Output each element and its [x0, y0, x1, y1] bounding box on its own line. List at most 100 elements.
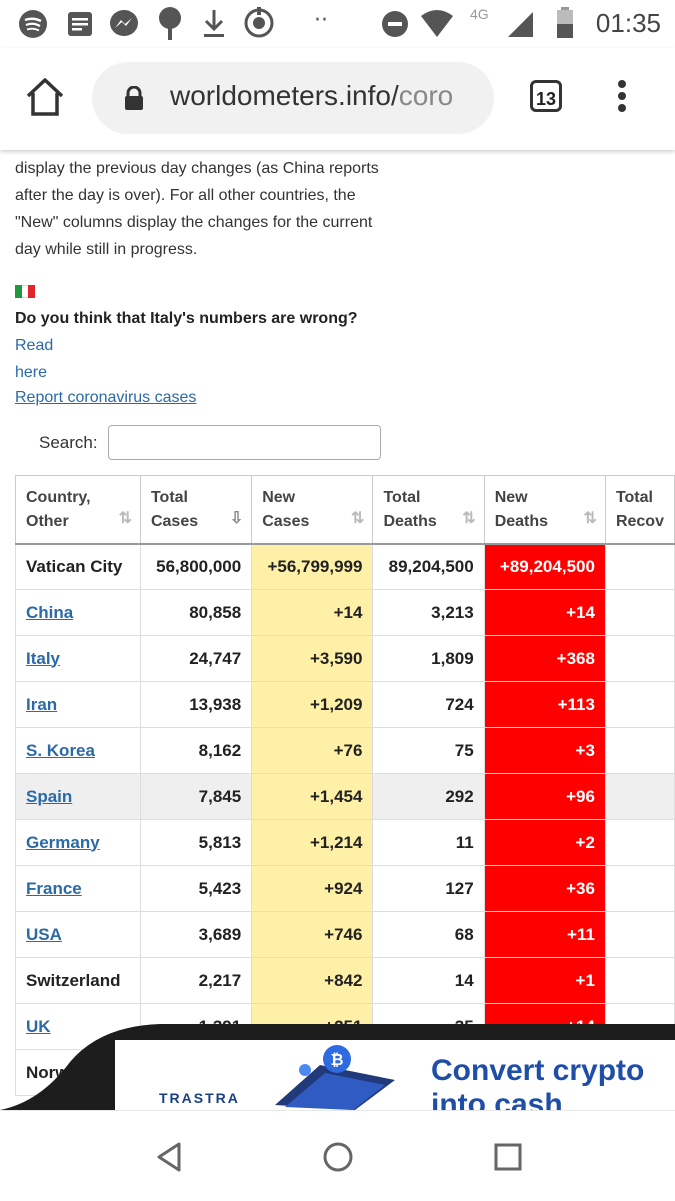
sort-icon: ⇅: [351, 509, 365, 527]
recents-icon[interactable]: [494, 1143, 522, 1171]
total-deaths-cell: 89,204,500: [372, 542, 485, 590]
total-deaths-cell: 3,213: [372, 589, 485, 636]
intro-line: display the previous day changes (as Chi…: [15, 160, 379, 177]
new-deaths-cell: +96: [483, 773, 606, 820]
overflow-menu-icon[interactable]: [612, 76, 632, 116]
country-cell: USA: [15, 911, 141, 958]
question-text: Do you think that Italy's numbers are wr…: [15, 310, 358, 327]
table-row: Italy 24,747 +3,590 1,809 +368: [15, 635, 675, 682]
country-link[interactable]: USA: [26, 925, 62, 944]
country-cell: Vatican City: [15, 542, 141, 590]
new-cases-cell: +1,214: [251, 819, 374, 866]
battery-icon: [557, 7, 573, 38]
url-domain: worldometers.info/: [170, 80, 399, 111]
column-header-total-deaths[interactable]: Total Deaths ⇅: [372, 475, 485, 544]
total-deaths-cell: 75: [372, 727, 485, 774]
read-here-link[interactable]: Read here: [15, 337, 53, 381]
country-cell: Spain: [15, 773, 141, 820]
search-input[interactable]: [108, 425, 381, 460]
sort-desc-icon: ⇩: [229, 509, 244, 527]
total-cases-cell: 3,689: [139, 911, 253, 958]
signal-icon: [508, 12, 533, 37]
country-cell: Iran: [15, 681, 141, 728]
total-cases-cell: 2,217: [139, 957, 253, 1004]
total-deaths-cell: 14: [372, 957, 485, 1004]
new-cases-cell: +14: [251, 589, 374, 636]
total-cases-cell: 56,800,000: [139, 542, 253, 590]
home-icon[interactable]: [22, 74, 68, 120]
new-deaths-cell: +89,204,500: [483, 542, 606, 590]
country-link[interactable]: China: [26, 603, 73, 622]
spotify-icon: [19, 10, 47, 38]
table-row: Germany 5,813 +1,214 11 +2: [15, 819, 675, 866]
cases-table: Country, Other ⇅ Total Cases ⇩ New Cases ⇅ Tot…: [15, 475, 675, 1096]
total-recovered-cell: [604, 635, 675, 682]
new-deaths-cell: +11: [483, 911, 606, 958]
home-nav-icon[interactable]: [322, 1141, 354, 1173]
dnd-icon: [382, 11, 408, 37]
country-cell: Switzerland: [15, 957, 141, 1004]
svg-text:₿: ₿: [330, 1050, 343, 1069]
sync-icon: [244, 7, 274, 38]
back-icon[interactable]: [155, 1141, 183, 1173]
new-deaths-cell: +368: [483, 635, 606, 682]
new-cases-cell: +56,799,999: [251, 542, 374, 590]
download-icon: [204, 10, 224, 37]
url-text: worldometers.info/coro: [170, 80, 453, 112]
total-recovered-cell: [604, 957, 675, 1004]
table-row: France 5,423 +924 127 +36: [15, 865, 675, 912]
italy-question: Do you think that Italy's numbers are wr…: [15, 305, 400, 386]
new-deaths-cell: +36: [483, 865, 606, 912]
tree-icon: [159, 7, 181, 40]
messenger-icon: [110, 10, 138, 36]
table-row: Iran 13,938 +1,209 724 +113: [15, 681, 675, 728]
column-header-new-cases[interactable]: New Cases ⇅: [251, 475, 374, 544]
country-link[interactable]: France: [26, 879, 82, 898]
ad-brand-logo: TRASTRA: [159, 1090, 240, 1106]
search-label: Search:: [39, 433, 98, 452]
new-deaths-cell: +2: [483, 819, 606, 866]
column-header-country[interactable]: Country, Other ⇅: [15, 475, 141, 544]
total-recovered-cell: [604, 773, 675, 820]
total-cases-cell: 13,938: [139, 681, 253, 728]
new-cases-cell: +1,209: [251, 681, 374, 728]
country-cell: Italy: [15, 635, 141, 682]
country-link[interactable]: Germany: [26, 833, 100, 852]
ad-headline: Convert crypto into cash: [431, 1054, 645, 1110]
table-row: USA 3,689 +746 68 +11: [15, 911, 675, 958]
total-cases-cell: 24,747: [139, 635, 253, 682]
column-header-total-recovered[interactable]: Total Recov: [604, 475, 675, 544]
column-header-total-cases[interactable]: Total Cases ⇩: [139, 475, 253, 544]
url-path: coro: [398, 80, 454, 111]
new-deaths-cell: +14: [483, 589, 606, 636]
intro-line: after the day is over). For all other co…: [15, 187, 356, 204]
lock-icon: [125, 86, 143, 110]
android-nav-bar: [0, 1110, 675, 1201]
total-recovered-cell: [604, 681, 675, 728]
country-link[interactable]: Italy: [26, 649, 60, 668]
total-deaths-cell: 127: [372, 865, 485, 912]
country-link[interactable]: Spain: [26, 787, 72, 806]
network-type: 4G: [470, 6, 489, 22]
total-cases-cell: 80,858: [139, 589, 253, 636]
table-row: Switzerland 2,217 +842 14 +1: [15, 957, 675, 1004]
ad-banner[interactable]: ₿ TRASTRA Convert crypto into cash: [115, 1040, 675, 1110]
report-cases-link[interactable]: Report coronavirus cases: [15, 389, 196, 407]
intro-text: display the previous day changes (as Chi…: [15, 155, 400, 263]
new-cases-cell: +842: [251, 957, 374, 1004]
messages-icon: [68, 12, 92, 36]
tab-switcher-button[interactable]: 13: [530, 80, 562, 112]
total-cases-cell: 7,845: [139, 773, 253, 820]
total-deaths-cell: 68: [372, 911, 485, 958]
total-deaths-cell: 724: [372, 681, 485, 728]
address-bar[interactable]: worldometers.info/coro: [92, 62, 494, 134]
country-cell: France: [15, 865, 141, 912]
new-cases-cell: +76: [251, 727, 374, 774]
country-link[interactable]: Iran: [26, 695, 57, 714]
clock: 01:35: [595, 8, 661, 38]
column-header-new-deaths[interactable]: New Deaths ⇅: [483, 475, 606, 544]
new-cases-cell: +746: [251, 911, 374, 958]
table-row: China 80,858 +14 3,213 +14: [15, 589, 675, 636]
total-deaths-cell: 11: [372, 819, 485, 866]
country-link[interactable]: S. Korea: [26, 741, 95, 760]
